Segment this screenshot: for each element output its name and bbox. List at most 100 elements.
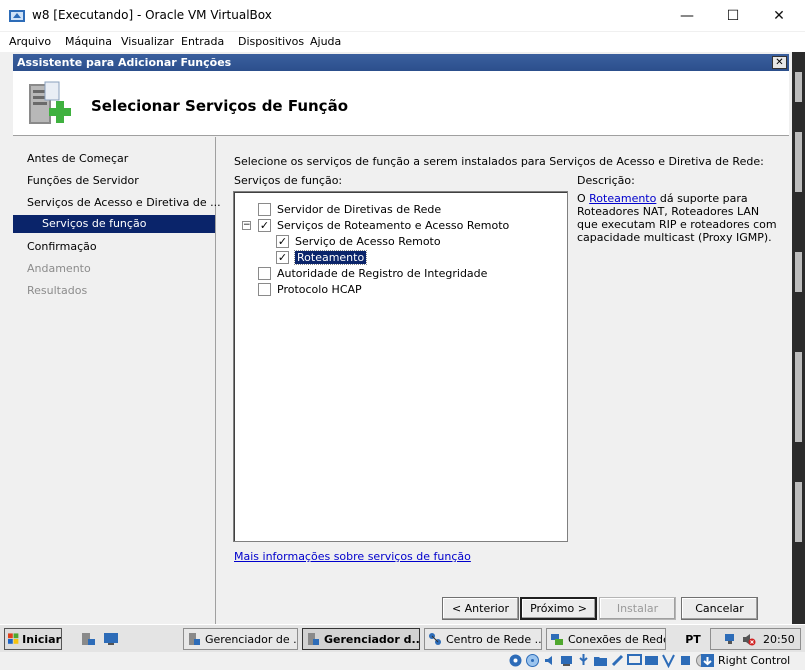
start-label: Iniciar (22, 632, 61, 646)
guest-screen: Assistente para Adicionar Funções ✕ Sele… (13, 52, 792, 624)
nav-servicos-de-funcao[interactable]: Serviços de função (13, 215, 215, 233)
drag-drop-icon[interactable] (610, 653, 625, 668)
host-key-indicator: Right Control (700, 653, 790, 668)
host-menubar: Arquivo Máquina Visualizar Entrada Dispo… (0, 32, 805, 52)
menu-maquina[interactable]: Máquina (65, 35, 112, 48)
nav-resultados: Resultados (27, 284, 88, 297)
wizard-content: Selecione os serviços de função a serem … (217, 137, 789, 624)
cancel-button[interactable]: Cancelar (681, 597, 758, 620)
tree-item-autoridade-registro[interactable]: Autoridade de Registro de Integridade (258, 266, 487, 281)
checkbox-checked[interactable]: ✓ (258, 219, 271, 232)
volume-muted-icon[interactable] (741, 632, 756, 647)
windows-logo-icon (8, 633, 19, 644)
minimize-button[interactable]: — (664, 0, 710, 32)
server-manager-icon (189, 633, 200, 645)
network-connections-icon (551, 634, 563, 645)
task-label: Centro de Rede ... (446, 632, 542, 646)
audio-icon[interactable] (542, 653, 557, 668)
tree-item-label: Serviços de Roteamento e Acesso Remoto (277, 219, 510, 232)
wizard-title: Assistente para Adicionar Funções (17, 56, 232, 69)
server-add-icon (29, 81, 71, 124)
nav-servicos-acesso-diretiva[interactable]: Serviços de Acesso e Diretiva de ... (27, 196, 221, 209)
server-manager-quick-icon[interactable] (80, 631, 96, 647)
recording-icon[interactable] (644, 653, 659, 668)
shared-folders-icon[interactable] (593, 653, 608, 668)
collapse-toggle-icon[interactable]: − (242, 221, 251, 230)
menu-arquivo[interactable]: Arquivo (9, 35, 51, 48)
tree-item-roteamento-acesso-remoto[interactable]: ✓ Serviços de Roteamento e Acesso Remoto (258, 218, 509, 233)
system-tray: 20:50 (710, 628, 801, 650)
checkbox-checked[interactable]: ✓ (276, 235, 289, 248)
virtualbox-icon (9, 10, 25, 22)
show-desktop-icon[interactable] (103, 631, 119, 647)
close-window-button[interactable]: ✕ (756, 0, 802, 32)
server-manager-icon (308, 633, 319, 645)
tree-item-protocolo-hcap[interactable]: Protocolo HCAP (258, 282, 362, 297)
host-window-title: w8 [Executando] - Oracle VM VirtualBox (32, 8, 272, 22)
cpu-icon[interactable] (678, 653, 693, 668)
description-label: Descrição: (577, 174, 635, 187)
host-key-icon (701, 654, 714, 667)
intro-text: Selecione os serviços de função a serem … (234, 155, 764, 168)
hard-disk-icon[interactable] (508, 653, 523, 668)
wizard-close-button[interactable]: ✕ (772, 56, 787, 69)
more-info-link[interactable]: Mais informações sobre serviços de funçã… (234, 550, 471, 563)
task-label: Gerenciador de ... (205, 632, 298, 646)
description-text: O Roteamento dá suporte para Roteadores … (577, 192, 777, 244)
next-button[interactable]: Próximo > (520, 597, 597, 620)
description-link[interactable]: Roteamento (589, 192, 656, 205)
tree-item-servidor-diretivas[interactable]: Servidor de Diretivas de Rede (258, 202, 441, 217)
vt-x-icon[interactable] (661, 653, 676, 668)
back-button[interactable]: < Anterior (442, 597, 519, 620)
nav-funcoes-de-servidor[interactable]: Funções de Servidor (27, 174, 139, 187)
task-centro-de-rede[interactable]: Centro de Rede ... (424, 628, 542, 650)
checkbox[interactable] (258, 203, 271, 216)
maximize-button[interactable]: ☐ (710, 0, 756, 32)
network-adapter-icon[interactable] (559, 653, 574, 668)
checkbox-checked[interactable]: ✓ (276, 251, 289, 264)
status-icons (508, 653, 710, 668)
network-center-icon (429, 633, 441, 645)
clock[interactable]: 20:50 (763, 633, 795, 646)
checkbox[interactable] (258, 267, 271, 280)
task-label: Conexões de Rede (568, 632, 666, 646)
usb-icon[interactable] (576, 653, 591, 668)
tree-item-label: Protocolo HCAP (277, 283, 362, 296)
menu-entrada[interactable]: Entrada (181, 35, 224, 48)
wizard-header: Selecionar Serviços de Função (13, 71, 789, 136)
wizard-button-bar: < Anterior Próximo > Instalar Cancelar (217, 587, 789, 624)
task-gerenciador-2[interactable]: Gerenciador d... (302, 628, 420, 650)
tree-item-acesso-remoto[interactable]: ✓ Serviço de Acesso Remoto (276, 234, 441, 249)
role-services-tree[interactable]: Servidor de Diretivas de Rede − ✓ Serviç… (233, 191, 568, 542)
display-icon[interactable] (627, 653, 642, 668)
tree-item-label: Serviço de Acesso Remoto (295, 235, 441, 248)
tree-item-label: Autoridade de Registro de Integridade (277, 267, 488, 280)
wizard-titlebar: Assistente para Adicionar Funções ✕ (13, 54, 789, 71)
tree-item-roteamento[interactable]: ✓ Roteamento (276, 250, 368, 265)
nav-antes-de-comecar[interactable]: Antes de Começar (27, 152, 128, 165)
task-gerenciador-1[interactable]: Gerenciador de ... (183, 628, 298, 650)
wizard-steps-nav: Antes de Começar Funções de Servidor Ser… (13, 137, 221, 624)
task-conexoes-de-rede[interactable]: Conexões de Rede (546, 628, 666, 650)
task-label: Gerenciador d... (324, 632, 420, 646)
network-tray-icon[interactable] (723, 632, 738, 647)
host-key-label: Right Control (718, 654, 791, 667)
install-button: Instalar (599, 597, 676, 620)
guest-taskbar: Iniciar Gerenciador de ... Gerenciador d… (0, 624, 805, 652)
start-button[interactable]: Iniciar (4, 628, 62, 650)
page-title: Selecionar Serviços de Função (91, 97, 348, 115)
guest-scrollbar[interactable] (792, 52, 805, 624)
tree-item-label: Servidor de Diretivas de Rede (277, 203, 442, 216)
menu-dispositivos[interactable]: Dispositivos (238, 35, 304, 48)
role-services-label: Serviços de função: (234, 174, 343, 187)
nav-confirmacao[interactable]: Confirmação (27, 240, 97, 253)
optical-drive-icon[interactable] (525, 653, 540, 668)
menu-ajuda[interactable]: Ajuda (310, 35, 341, 48)
tree-item-label-selected: Roteamento (293, 250, 368, 265)
language-indicator[interactable]: PT (680, 628, 706, 650)
host-titlebar: w8 [Executando] - Oracle VM VirtualBox —… (0, 0, 805, 32)
nav-andamento: Andamento (27, 262, 91, 275)
description-prefix: O (577, 192, 590, 205)
menu-visualizar[interactable]: Visualizar (121, 35, 174, 48)
checkbox[interactable] (258, 283, 271, 296)
